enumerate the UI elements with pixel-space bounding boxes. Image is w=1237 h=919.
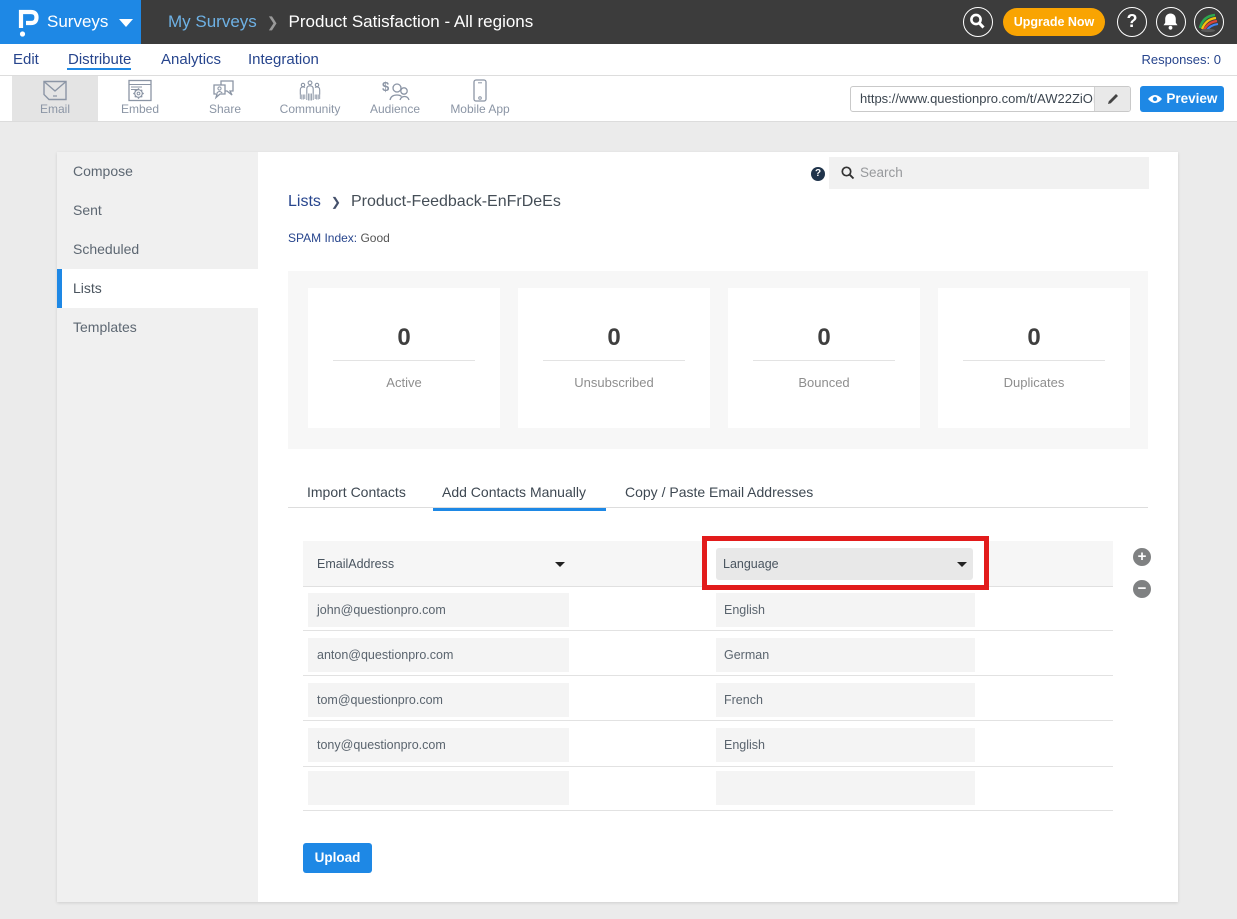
svg-text:$: $ (382, 79, 390, 94)
